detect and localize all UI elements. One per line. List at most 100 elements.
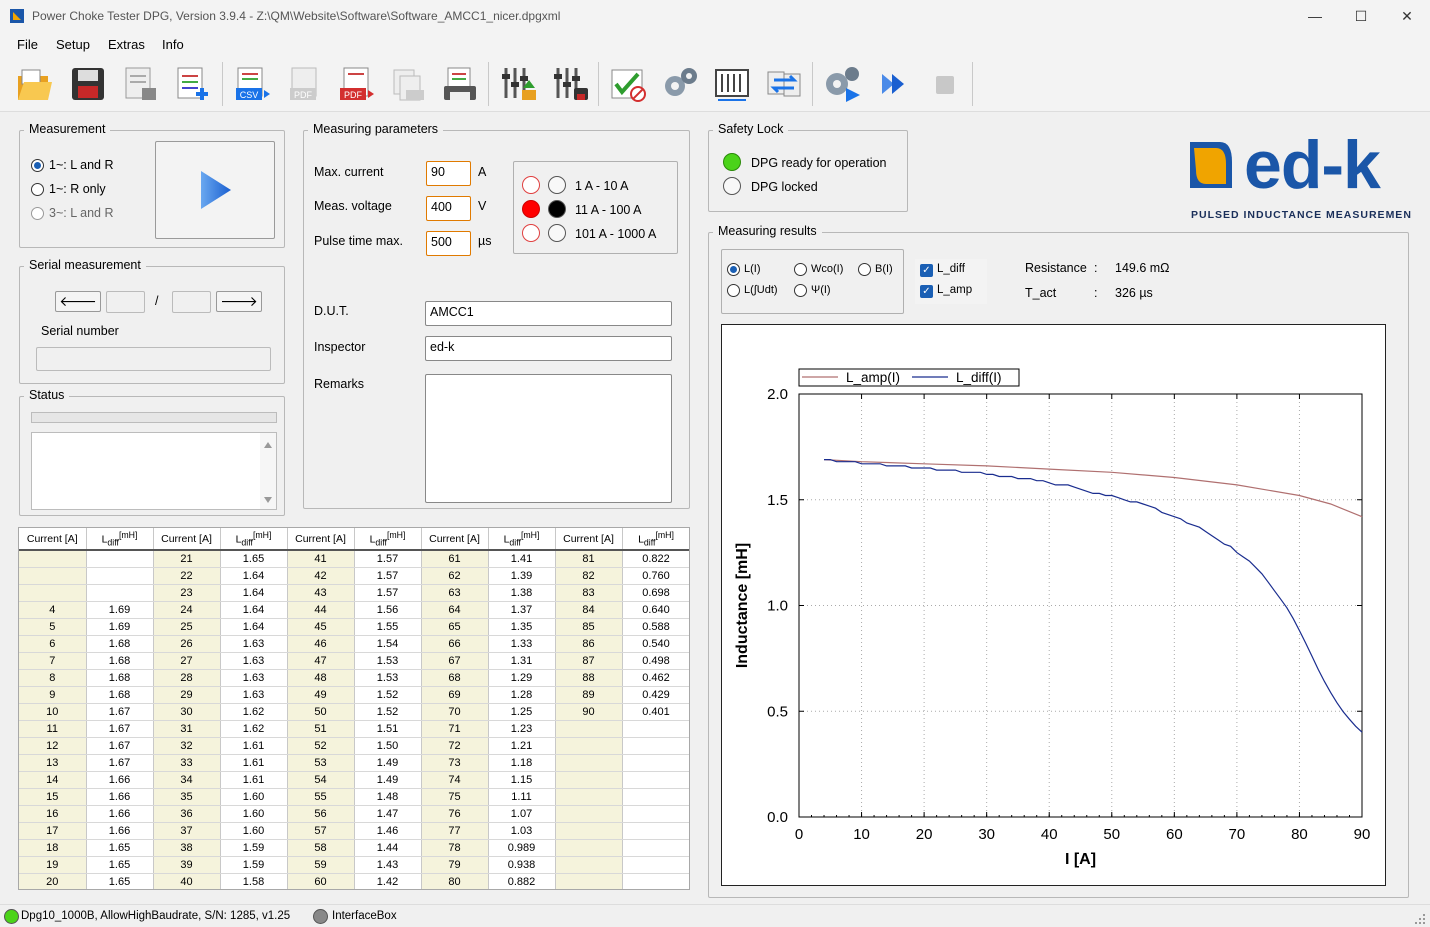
cell-inductance[interactable]: 1.68 [86, 635, 154, 653]
mode-radio-psi[interactable] [794, 284, 807, 297]
cell-current[interactable]: 64 [421, 601, 489, 619]
mode-radio-l-i[interactable] [727, 263, 740, 276]
cell-inductance[interactable]: 1.67 [86, 720, 154, 738]
cell-current[interactable] [555, 788, 623, 806]
cell-current[interactable]: 31 [153, 720, 221, 738]
cell-inductance[interactable]: 1.52 [354, 703, 422, 721]
cell-current[interactable]: 41 [287, 550, 355, 568]
cell-inductance[interactable]: 1.63 [220, 652, 288, 670]
cell-inductance[interactable]: 0.498 [622, 652, 689, 670]
cell-inductance[interactable]: 0.822 [622, 550, 689, 568]
cell-current[interactable]: 8 [19, 669, 87, 687]
cell-inductance[interactable]: 1.37 [488, 601, 556, 619]
cell-inductance[interactable]: 1.61 [220, 771, 288, 789]
cell-current[interactable]: 46 [287, 635, 355, 653]
cell-inductance[interactable]: 1.53 [354, 669, 422, 687]
cell-inductance[interactable] [622, 822, 689, 840]
scale-axis-icon[interactable] [708, 60, 756, 108]
cell-current[interactable]: 83 [555, 584, 623, 602]
cell-current[interactable]: 27 [153, 652, 221, 670]
cell-inductance[interactable]: 1.07 [488, 805, 556, 823]
menu-file[interactable]: File [17, 37, 38, 52]
cell-current[interactable]: 24 [153, 601, 221, 619]
cell-inductance[interactable]: 0.760 [622, 567, 689, 585]
cell-current[interactable]: 11 [19, 720, 87, 738]
cell-current[interactable]: 52 [287, 737, 355, 755]
cell-current[interactable] [555, 873, 623, 889]
cell-current[interactable]: 26 [153, 635, 221, 653]
cell-inductance[interactable]: 1.66 [86, 822, 154, 840]
cell-inductance[interactable] [622, 737, 689, 755]
cell-inductance[interactable]: 1.68 [86, 652, 154, 670]
cell-current[interactable]: 40 [153, 873, 221, 889]
cell-current[interactable]: 28 [153, 669, 221, 687]
cell-inductance[interactable] [622, 720, 689, 738]
cell-current[interactable]: 60 [287, 873, 355, 889]
serial-next-button[interactable]: 🡒 [216, 291, 262, 312]
cell-inductance[interactable]: 1.23 [488, 720, 556, 738]
gears-icon[interactable] [656, 60, 704, 108]
cell-inductance[interactable] [622, 873, 689, 889]
serial-prev-button[interactable]: 🡐 [55, 291, 101, 312]
cell-inductance[interactable]: 1.49 [354, 771, 422, 789]
cell-inductance[interactable]: 1.67 [86, 703, 154, 721]
cell-current[interactable]: 84 [555, 601, 623, 619]
mode-radio-wco[interactable] [794, 263, 807, 276]
cell-inductance[interactable]: 1.21 [488, 737, 556, 755]
cell-current[interactable]: 69 [421, 686, 489, 704]
cell-inductance[interactable]: 1.31 [488, 652, 556, 670]
menu-extras[interactable]: Extras [108, 37, 145, 52]
inspector-input[interactable]: ed-k [425, 336, 672, 361]
cell-inductance[interactable] [86, 584, 154, 602]
cell-current[interactable] [555, 754, 623, 772]
cell-current[interactable] [555, 839, 623, 857]
cell-current[interactable]: 36 [153, 805, 221, 823]
cell-inductance[interactable]: 1.43 [354, 856, 422, 874]
cell-inductance[interactable]: 0.462 [622, 669, 689, 687]
cell-inductance[interactable]: 1.53 [354, 652, 422, 670]
serial-number-field[interactable] [36, 347, 271, 371]
cell-current[interactable]: 66 [421, 635, 489, 653]
cell-current[interactable] [555, 822, 623, 840]
cell-inductance[interactable]: 0.938 [488, 856, 556, 874]
cell-current[interactable]: 77 [421, 822, 489, 840]
serial-index-field[interactable] [106, 291, 145, 313]
cell-current[interactable]: 20 [19, 873, 87, 889]
cell-inductance[interactable]: 1.48 [354, 788, 422, 806]
cell-current[interactable]: 32 [153, 737, 221, 755]
cell-current[interactable]: 30 [153, 703, 221, 721]
l-diff-checkbox[interactable]: ✓ [920, 264, 933, 277]
cell-current[interactable] [555, 805, 623, 823]
cell-inductance[interactable]: 1.69 [86, 601, 154, 619]
cell-current[interactable]: 89 [555, 686, 623, 704]
cell-inductance[interactable]: 1.46 [354, 822, 422, 840]
cell-inductance[interactable]: 1.50 [354, 737, 422, 755]
cell-inductance[interactable]: 1.03 [488, 822, 556, 840]
cell-current[interactable]: 15 [19, 788, 87, 806]
cell-inductance[interactable] [86, 550, 154, 568]
cell-inductance[interactable]: 0.540 [622, 635, 689, 653]
settings-load-icon[interactable] [494, 60, 542, 108]
cell-current[interactable]: 16 [19, 805, 87, 823]
export-pdf-icon[interactable]: PDF [332, 60, 380, 108]
cell-current[interactable]: 45 [287, 618, 355, 636]
save-icon[interactable] [64, 60, 112, 108]
cell-inductance[interactable]: 1.39 [488, 567, 556, 585]
cell-inductance[interactable]: 0.401 [622, 703, 689, 721]
cell-current[interactable] [555, 771, 623, 789]
cell-inductance[interactable] [622, 839, 689, 857]
cell-current[interactable]: 18 [19, 839, 87, 857]
cell-inductance[interactable] [622, 805, 689, 823]
cell-inductance[interactable] [622, 788, 689, 806]
cell-inductance[interactable]: 1.61 [220, 754, 288, 772]
cell-current[interactable]: 63 [421, 584, 489, 602]
cell-current[interactable] [555, 856, 623, 874]
cell-inductance[interactable]: 1.65 [86, 856, 154, 874]
settings-save-icon[interactable] [546, 60, 594, 108]
cell-current[interactable]: 78 [421, 839, 489, 857]
cell-current[interactable]: 39 [153, 856, 221, 874]
cell-inductance[interactable]: 1.33 [488, 635, 556, 653]
cell-current[interactable]: 42 [287, 567, 355, 585]
cell-inductance[interactable]: 0.429 [622, 686, 689, 704]
maximize-button[interactable]: ☐ [1338, 0, 1384, 32]
